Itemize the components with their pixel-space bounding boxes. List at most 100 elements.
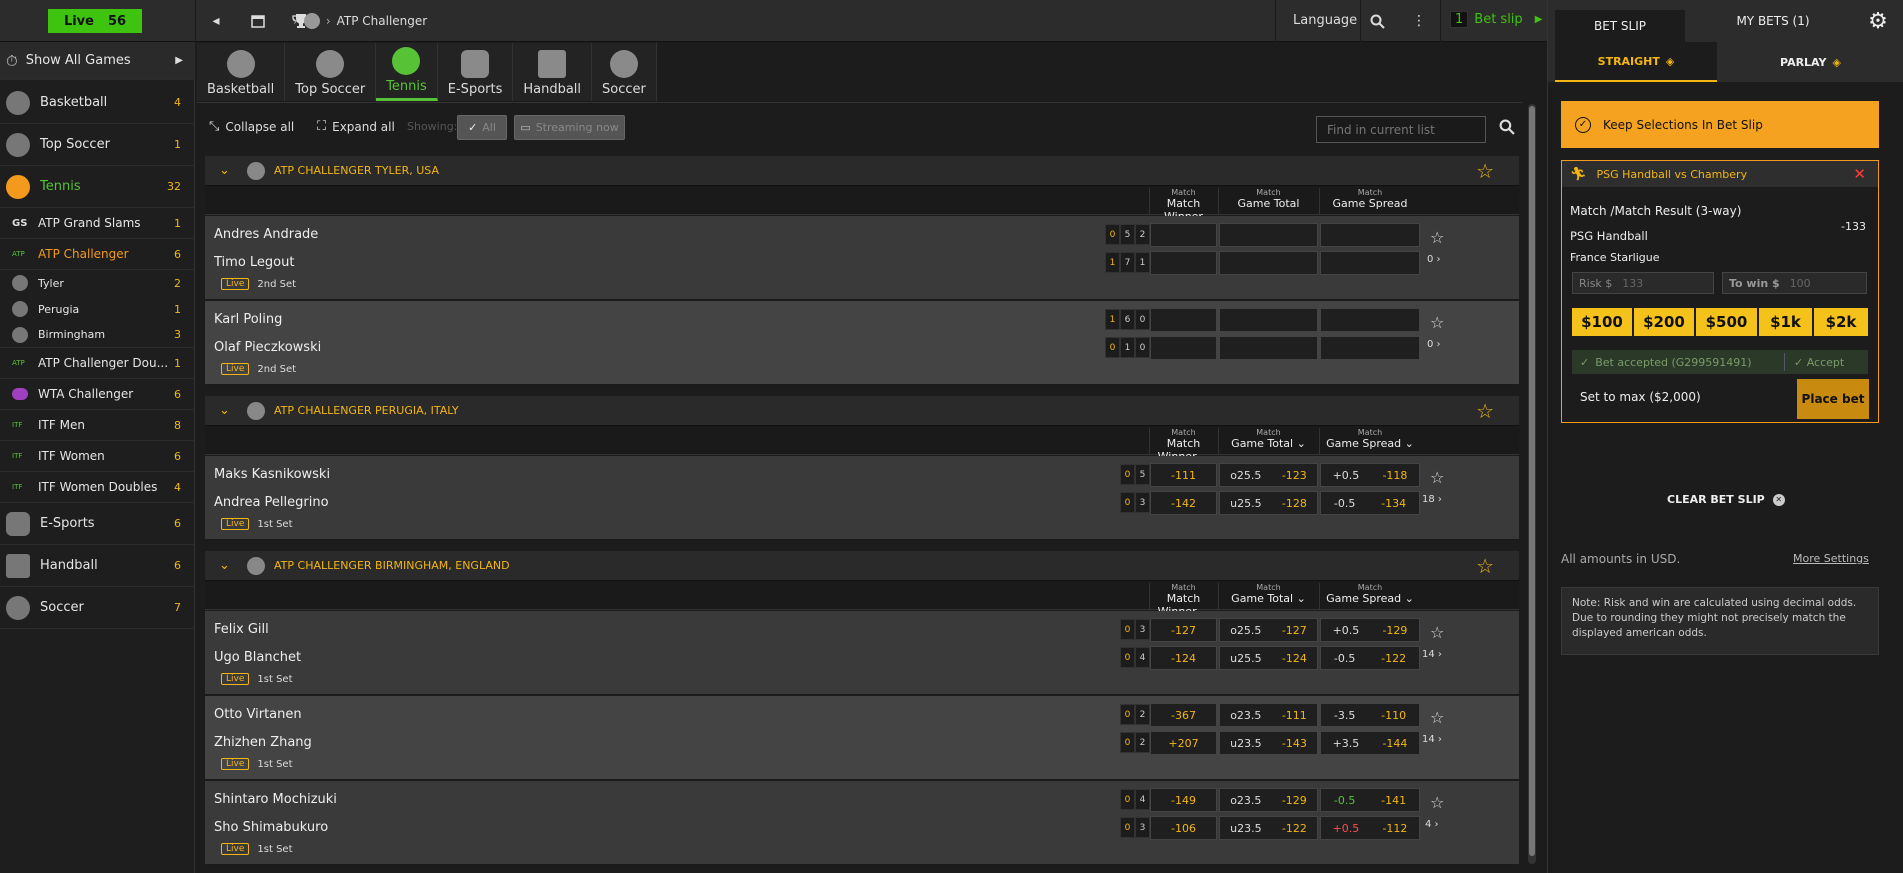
stake-100-button[interactable]: $100	[1572, 308, 1632, 336]
favorite-star-icon[interactable]: ☆	[1476, 554, 1494, 578]
odds-match-winner[interactable]: -142	[1150, 491, 1217, 515]
sidebar-item-esports[interactable]: E-Sports 6	[0, 503, 195, 545]
gear-icon[interactable]: ⚙	[1858, 0, 1898, 42]
favorite-star-icon[interactable]: ☆	[1430, 793, 1444, 812]
search-icon[interactable]	[1366, 10, 1388, 32]
odds-game-spread[interactable]: -3.5 -110	[1320, 703, 1420, 727]
odds-match-winner[interactable]: -111	[1150, 463, 1217, 487]
favorite-star-icon[interactable]: ☆	[1430, 708, 1444, 727]
odds-match-winner[interactable]: -106	[1150, 816, 1217, 840]
tab-my-bets[interactable]: MY BETS (1)	[1708, 0, 1838, 42]
stake-200-button[interactable]: $200	[1634, 308, 1694, 336]
tab-basketball[interactable]: Basketball	[197, 43, 286, 101]
calendar-icon[interactable]	[247, 10, 269, 32]
odds-game-total[interactable]: u23.5 -143	[1219, 731, 1318, 755]
odds-game-total[interactable]: u25.5 -124	[1219, 646, 1318, 670]
clear-bet-slip-button[interactable]: CLEAR BET SLIP ✕	[1667, 493, 1785, 506]
stake-2k-button[interactable]: $2k	[1814, 308, 1868, 336]
expand-all-button[interactable]: ⛶ Expand all	[317, 119, 395, 134]
tab-esports[interactable]: E-Sports	[437, 43, 514, 101]
more-markets-link[interactable]: 18 ›	[1422, 494, 1442, 505]
close-icon[interactable]: ✕	[1853, 165, 1866, 183]
breadcrumb-current[interactable]: ATP Challenger	[337, 14, 428, 28]
odds-game-total[interactable]: o25.5 -127	[1219, 618, 1318, 642]
collapse-all-button[interactable]: ⤡ Collapse all	[209, 119, 294, 134]
favorite-star-icon[interactable]: ☆	[1430, 468, 1444, 487]
player-1[interactable]: Felix Gill	[214, 622, 269, 637]
back-icon[interactable]: ◂	[205, 10, 227, 32]
sidebar-item-perugia[interactable]: Perugia 1	[0, 296, 195, 322]
tab-parlay[interactable]: PARLAY ◈	[1723, 42, 1898, 82]
sidebar-item-top-soccer[interactable]: Top Soccer 1	[0, 124, 195, 166]
sidebar-item-atp-challenger[interactable]: ATP ATP Challenger 6	[0, 239, 195, 270]
player-1[interactable]: Otto Virtanen	[214, 707, 302, 722]
stake-1k-button[interactable]: $1k	[1759, 308, 1812, 336]
col-game-spread[interactable]: Match Game Spread ⌄	[1319, 428, 1420, 454]
set-to-max-link[interactable]: Set to max ($2,000)	[1580, 390, 1701, 404]
event-row[interactable]: Otto Virtanen Zhizhen Zhang Live 1st Set …	[205, 696, 1519, 780]
tab-straight[interactable]: STRAIGHT ◈	[1555, 42, 1717, 82]
player-1[interactable]: Karl Poling	[214, 312, 282, 327]
place-bet-button[interactable]: Place bet	[1797, 379, 1869, 419]
live-button[interactable]: Live 56	[48, 9, 142, 33]
event-row[interactable]: Felix Gill Ugo Blanchet Live 1st Set 0 3 …	[205, 611, 1519, 695]
player-2[interactable]: Timo Legout	[214, 255, 294, 270]
language-selector[interactable]: Language	[1293, 13, 1357, 28]
odds-game-spread[interactable]: +0.5 -129	[1320, 618, 1420, 642]
more-markets-link[interactable]: 14 ›	[1422, 734, 1442, 745]
more-markets-link[interactable]: 14 ›	[1422, 649, 1442, 660]
odds-game-spread[interactable]: +0.5 -112	[1320, 816, 1420, 840]
favorite-star-icon[interactable]: ☆	[1430, 313, 1444, 332]
search-icon[interactable]	[1499, 119, 1515, 139]
event-row[interactable]: Maks Kasnikowski Andrea Pellegrino Live 1…	[205, 456, 1519, 540]
keep-selections-toggle[interactable]: ✓ Keep Selections In Bet Slip	[1561, 101, 1879, 148]
odds-game-spread[interactable]: +0.5 -118	[1320, 463, 1420, 487]
odds-game-spread[interactable]: -0.5 -122	[1320, 646, 1420, 670]
col-game-total[interactable]: Match Game Total ⌄	[1218, 583, 1318, 609]
sidebar-item-birmingham[interactable]: Birmingham 3	[0, 322, 195, 348]
tab-top-soccer[interactable]: Top Soccer	[285, 43, 377, 101]
league-header[interactable]: ⌄ ATP CHALLENGER PERUGIA, ITALY ☆	[205, 396, 1519, 426]
filter-all-toggle[interactable]: ✓ All	[457, 115, 507, 140]
event-row[interactable]: Shintaro Mochizuki Sho Shimabukuro Live 1…	[205, 781, 1519, 865]
odds-game-spread[interactable]: +3.5 -144	[1320, 731, 1420, 755]
sidebar-item-handball[interactable]: Handball 6	[0, 545, 195, 587]
tab-handball[interactable]: Handball	[513, 43, 593, 101]
odds-match-winner[interactable]: -127	[1150, 618, 1217, 642]
sidebar-item-wta-challenger[interactable]: WTA Challenger 6	[0, 379, 195, 410]
player-2[interactable]: Olaf Pieczkowski	[214, 340, 321, 355]
more-settings-link[interactable]: More Settings	[1793, 552, 1869, 565]
odds-game-spread[interactable]: -0.5 -134	[1320, 491, 1420, 515]
more-markets-link[interactable]: 0 ›	[1427, 254, 1441, 265]
league-header[interactable]: ⌄ ATP CHALLENGER BIRMINGHAM, ENGLAND ☆	[205, 551, 1519, 581]
col-match-winner[interactable]: MatchMatch Winner ⌄	[1149, 583, 1217, 618]
to-win-field[interactable]: To win $100	[1722, 272, 1867, 294]
tab-tennis[interactable]: Tennis	[376, 43, 438, 101]
sidebar-item-tennis[interactable]: Tennis 32	[0, 166, 195, 208]
league-header[interactable]: ⌄ ATP CHALLENGER TYLER, USA ☆	[205, 156, 1519, 186]
stake-500-button[interactable]: $500	[1696, 308, 1757, 336]
show-all-games[interactable]: ⏱ Show All Games ▶	[0, 42, 195, 80]
col-match-winner[interactable]: MatchMatch Winner ⌄	[1149, 428, 1217, 463]
player-2[interactable]: Andrea Pellegrino	[214, 495, 329, 510]
sidebar-item-soccer[interactable]: Soccer 7	[0, 587, 195, 629]
col-game-total[interactable]: Match Game Total ⌄	[1218, 428, 1318, 454]
more-markets-link[interactable]: 4 ›	[1425, 819, 1439, 830]
player-2[interactable]: Zhizhen Zhang	[214, 735, 312, 750]
tab-bet-slip[interactable]: BET SLIP	[1555, 10, 1685, 42]
odds-game-spread[interactable]: -0.5 -141	[1320, 788, 1420, 812]
betslip-toggle[interactable]: 1 Bet slip ▶	[1450, 11, 1542, 28]
sidebar-item-itf-women-doubles[interactable]: ITF ITF Women Doubles 4	[0, 472, 195, 503]
filter-streaming-toggle[interactable]: ▭ Streaming now	[514, 115, 625, 140]
odds-match-winner[interactable]: -367	[1150, 703, 1217, 727]
accept-toggle[interactable]: ✓ Accept	[1794, 356, 1844, 369]
player-1[interactable]: Maks Kasnikowski	[214, 467, 330, 482]
sidebar-item-tyler[interactable]: Tyler 2	[0, 270, 195, 296]
sidebar-item-atp-challenger-doubles[interactable]: ATP ATP Challenger Dou... 1	[0, 348, 195, 379]
player-2[interactable]: Sho Shimabukuro	[214, 820, 328, 835]
odds-game-total[interactable]: u25.5 -128	[1219, 491, 1318, 515]
favorite-star-icon[interactable]: ☆	[1476, 159, 1494, 183]
tab-soccer[interactable]: Soccer	[592, 43, 657, 101]
find-in-list-input[interactable]	[1316, 116, 1486, 143]
favorite-star-icon[interactable]: ☆	[1430, 228, 1444, 247]
